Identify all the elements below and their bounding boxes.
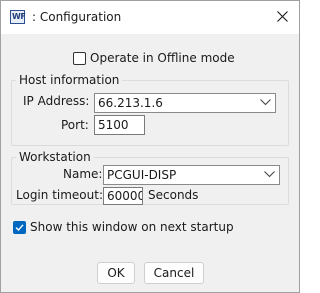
login-timeout-input[interactable]: 60000 <box>103 187 143 205</box>
show-on-startup-checkbox[interactable] <box>13 221 26 234</box>
offline-mode-label[interactable]: Operate in Offline mode <box>90 51 235 65</box>
host-information-group: Host information IP Address: 66.213.1.6 … <box>11 73 289 146</box>
show-on-startup-label[interactable]: Show this window on next startup <box>30 220 234 234</box>
configuration-dialog: WF : Configuration Operate in Offline mo… <box>0 0 300 293</box>
host-information-title: Host information <box>16 73 123 87</box>
chevron-down-icon[interactable] <box>260 99 271 106</box>
workstation-title: Workstation <box>16 150 94 164</box>
workstation-name-combo[interactable]: PCGUI-DISP <box>103 165 280 185</box>
ok-button[interactable]: OK <box>97 262 135 284</box>
app-icon-text: WF <box>12 12 26 21</box>
workstation-name-value: PCGUI-DISP <box>107 168 177 182</box>
close-button[interactable] <box>269 4 297 30</box>
chevron-down-icon[interactable] <box>264 171 275 178</box>
login-timeout-label: Login timeout: <box>16 188 103 202</box>
cancel-button[interactable]: Cancel <box>144 262 204 284</box>
app-icon: WF <box>10 10 26 24</box>
offline-mode-checkbox[interactable] <box>73 52 86 65</box>
login-timeout-unit: Seconds <box>148 188 199 202</box>
close-icon <box>277 11 288 22</box>
window-title: : Configuration <box>32 10 122 24</box>
ip-address-label: IP Address: <box>23 94 90 108</box>
title-bar[interactable]: WF : Configuration <box>1 1 299 34</box>
port-label: Port: <box>61 118 89 132</box>
dialog-body: Operate in Offline mode Host information… <box>1 34 299 292</box>
ip-address-value: 66.213.1.6 <box>98 96 163 110</box>
ip-address-combo[interactable]: 66.213.1.6 <box>94 93 276 113</box>
checkmark-icon <box>15 224 24 232</box>
workstation-group: Workstation Name: PCGUI-DISP Login timeo… <box>11 150 289 205</box>
port-input[interactable]: 5100 <box>94 115 145 135</box>
name-label: Name: <box>63 167 103 181</box>
